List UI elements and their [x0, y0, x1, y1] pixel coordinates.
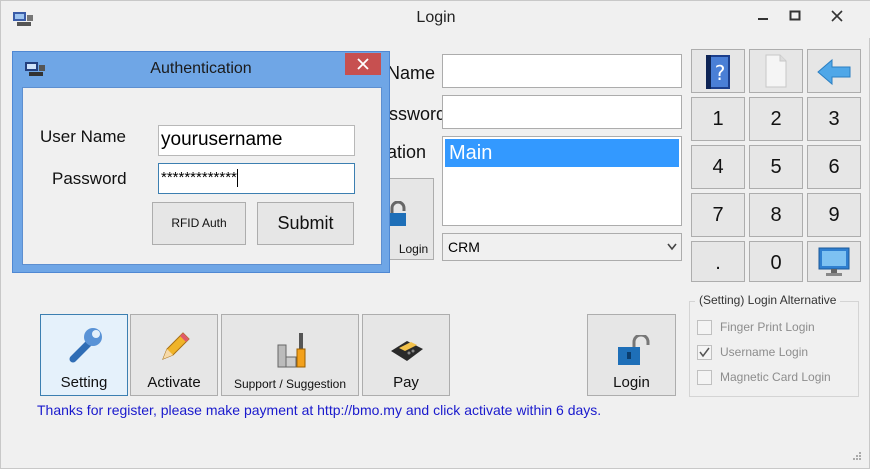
minimize-button[interactable]	[750, 5, 776, 27]
password-value: *************	[161, 169, 237, 186]
key-0[interactable]: 0	[749, 241, 803, 282]
key-5[interactable]: 5	[749, 145, 803, 189]
key-1[interactable]: 1	[691, 97, 745, 141]
magnetic-card-label: Magnetic Card Login	[720, 370, 831, 384]
tools-icon	[277, 333, 306, 368]
module-select[interactable]: CRM	[442, 233, 682, 261]
location-listbox[interactable]: Main	[442, 136, 682, 226]
svg-text:?: ?	[715, 61, 726, 85]
activate-label: Activate	[147, 374, 201, 391]
support-button[interactable]: Support / Suggestion	[221, 314, 359, 396]
help-button[interactable]: ?	[691, 49, 745, 93]
username-input[interactable]: yourusername	[158, 125, 355, 156]
unlock-icon	[618, 335, 650, 365]
checkmark-icon	[699, 347, 710, 358]
auth-form: User Name yourusername Password ********…	[22, 87, 382, 265]
username-checkbox[interactable]	[697, 345, 712, 361]
username-label: Username Login	[720, 345, 809, 359]
module-select-value: CRM	[448, 239, 480, 255]
key-dot[interactable]: .	[691, 241, 745, 282]
help-book-icon: ?	[706, 55, 730, 89]
authentication-dialog: Authentication User Name yourusername Pa…	[12, 51, 390, 273]
key-3[interactable]: 3	[807, 97, 861, 141]
login-alternative-title: (Setting) Login Alternative	[695, 293, 841, 307]
submit-label: Submit	[277, 213, 334, 233]
key-4[interactable]: 4	[691, 145, 745, 189]
hidden-login-label: Login	[398, 242, 429, 256]
name-label: Name	[387, 63, 436, 83]
card-terminal-icon	[391, 341, 423, 361]
pencil-icon	[162, 332, 190, 360]
magnetic-card-option[interactable]: Magnetic Card Login	[697, 370, 831, 386]
maximize-button[interactable]	[782, 5, 808, 27]
close-icon	[831, 10, 843, 22]
key-8[interactable]: 8	[749, 193, 803, 237]
finger-print-option[interactable]: Finger Print Login	[697, 320, 815, 336]
main-name-input[interactable]	[442, 54, 682, 88]
password-input[interactable]: *************	[158, 163, 355, 194]
status-message: Thanks for register, please make payment…	[37, 402, 602, 418]
login-label: Login	[613, 374, 650, 391]
auth-title-bar: Authentication	[13, 52, 389, 87]
key-2[interactable]: 2	[749, 97, 803, 141]
auth-title: Authentication	[150, 60, 252, 77]
username-field-label: User Name	[40, 127, 126, 146]
password-label: ssword	[389, 104, 447, 124]
finger-print-checkbox[interactable]	[697, 320, 712, 336]
monitor-icon	[818, 247, 850, 276]
rfid-auth-button[interactable]: RFID Auth	[152, 202, 246, 245]
main-password-input[interactable]	[442, 95, 682, 129]
support-label: Support / Suggestion	[233, 377, 347, 391]
username-option[interactable]: Username Login	[697, 345, 808, 361]
key-9[interactable]: 9	[807, 193, 861, 237]
location-list-item[interactable]: Main	[445, 139, 679, 167]
blank-page-icon	[765, 54, 787, 88]
resize-grip-icon[interactable]	[851, 450, 863, 462]
backspace-button[interactable]	[807, 49, 861, 93]
lock-icon	[390, 201, 406, 226]
finger-print-label: Finger Print Login	[720, 320, 815, 334]
activate-button[interactable]: Activate	[130, 314, 218, 396]
key-6[interactable]: 6	[807, 145, 861, 189]
location-label: ation	[387, 142, 427, 162]
chevron-down-icon	[667, 243, 677, 251]
window-title: Login	[416, 9, 456, 26]
minimize-icon	[758, 18, 768, 20]
close-button[interactable]	[813, 5, 861, 27]
title-bar: Login	[1, 1, 870, 38]
magnetic-card-checkbox[interactable]	[697, 370, 712, 386]
setting-button[interactable]: Setting	[40, 314, 128, 396]
pay-label: Pay	[393, 374, 419, 391]
maximize-icon	[789, 10, 801, 21]
rfid-auth-label: RFID Auth	[171, 216, 227, 230]
keyboard-button[interactable]	[807, 241, 861, 282]
key-7[interactable]: 7	[691, 193, 745, 237]
submit-button[interactable]: Submit	[257, 202, 354, 245]
wrench-icon	[69, 328, 102, 363]
blank-page-button[interactable]	[749, 49, 803, 93]
text-cursor	[236, 169, 238, 188]
setting-label: Setting	[60, 374, 108, 391]
login-button[interactable]: Login	[587, 314, 676, 396]
close-icon	[357, 58, 369, 70]
arrow-left-icon	[817, 58, 851, 86]
pay-button[interactable]: Pay	[362, 314, 450, 396]
auth-close-button[interactable]	[345, 53, 381, 75]
password-field-label: Password	[52, 169, 127, 188]
